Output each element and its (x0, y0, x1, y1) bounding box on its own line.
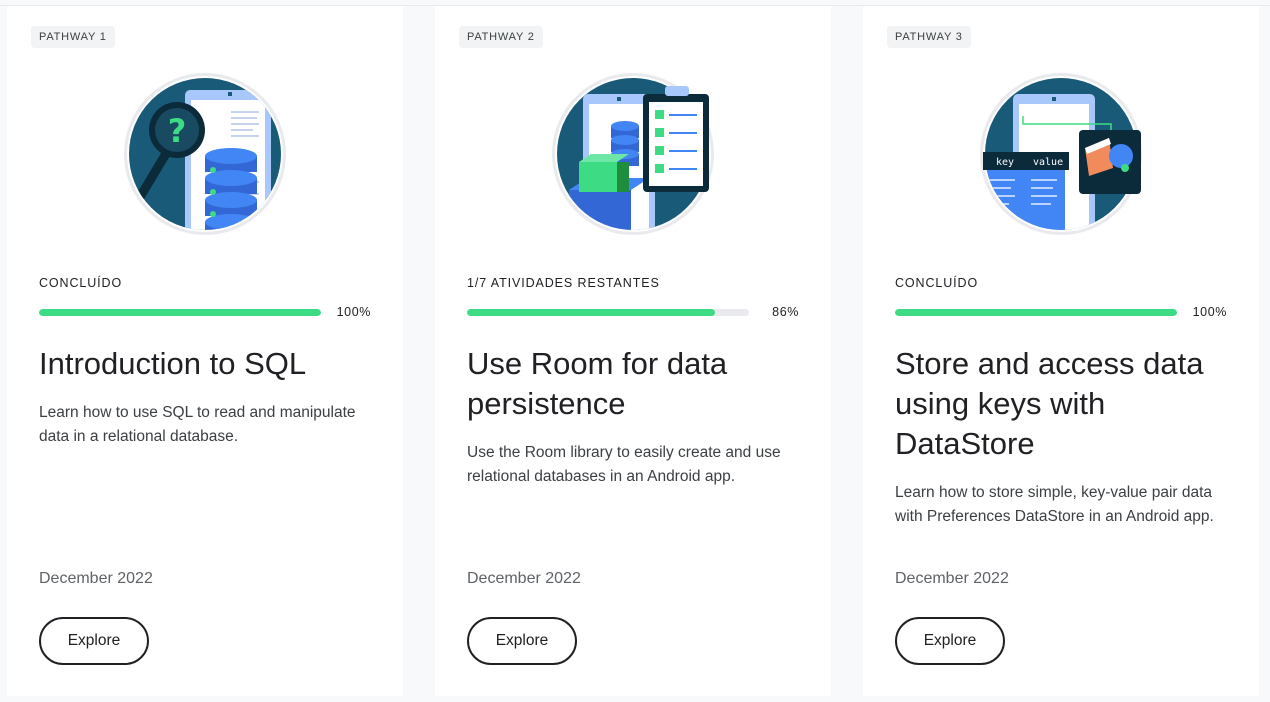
pathway-description: Learn how to use SQL to read and manipul… (39, 404, 356, 445)
progress-bar (39, 309, 321, 316)
explore-button[interactable]: Explore (895, 617, 1005, 665)
room-illustration (552, 73, 714, 235)
progress-status: CONCLUÍDO (39, 276, 123, 290)
pathway-badge: PATHWAY 2 (459, 26, 543, 48)
svg-text:?: ? (168, 112, 187, 150)
progress-status: 1/7 ATIVIDADES RESTANTES (467, 276, 660, 290)
sql-illustration: ? (124, 73, 286, 235)
progress-percent: 86% (772, 305, 799, 319)
progress-bar (895, 309, 1177, 316)
datastore-illustration: key value (980, 73, 1142, 235)
pathway-card-1: PATHWAY 1 ? CONCLUÍDO 100% Introduction … (7, 6, 403, 696)
progress-percent: 100% (336, 305, 371, 319)
pathway-card-3: PATHWAY 3 key value CONCLUÍDO 100% Store… (863, 6, 1259, 696)
value-label: value (1033, 157, 1063, 168)
progress-fill (467, 309, 716, 316)
pathway-date: December 2022 (895, 570, 1009, 587)
pathway-title: Store and access data using keys with Da… (895, 346, 1204, 461)
progress-percent: 100% (1192, 305, 1227, 319)
pathway-title: Use Room for data persistence (467, 346, 728, 421)
pathway-date: December 2022 (39, 570, 153, 587)
pathway-date: December 2022 (467, 570, 581, 587)
explore-button[interactable]: Explore (39, 617, 149, 665)
pathway-badge: PATHWAY 1 (31, 26, 115, 48)
pathway-card-2: PATHWAY 2 1/7 ATIVIDADES RESTANTES 86% U… (435, 6, 831, 696)
pathway-description: Learn how to store simple, key-value pai… (895, 484, 1214, 525)
progress-bar (467, 309, 749, 316)
progress-fill (39, 309, 321, 316)
key-label: key (996, 157, 1014, 168)
progress-status: CONCLUÍDO (895, 276, 979, 290)
pathway-badge: PATHWAY 3 (887, 26, 971, 48)
explore-button[interactable]: Explore (467, 617, 577, 665)
progress-fill (895, 309, 1177, 316)
pathway-title: Introduction to SQL (39, 346, 307, 381)
pathway-description: Use the Room library to easily create an… (467, 444, 781, 485)
